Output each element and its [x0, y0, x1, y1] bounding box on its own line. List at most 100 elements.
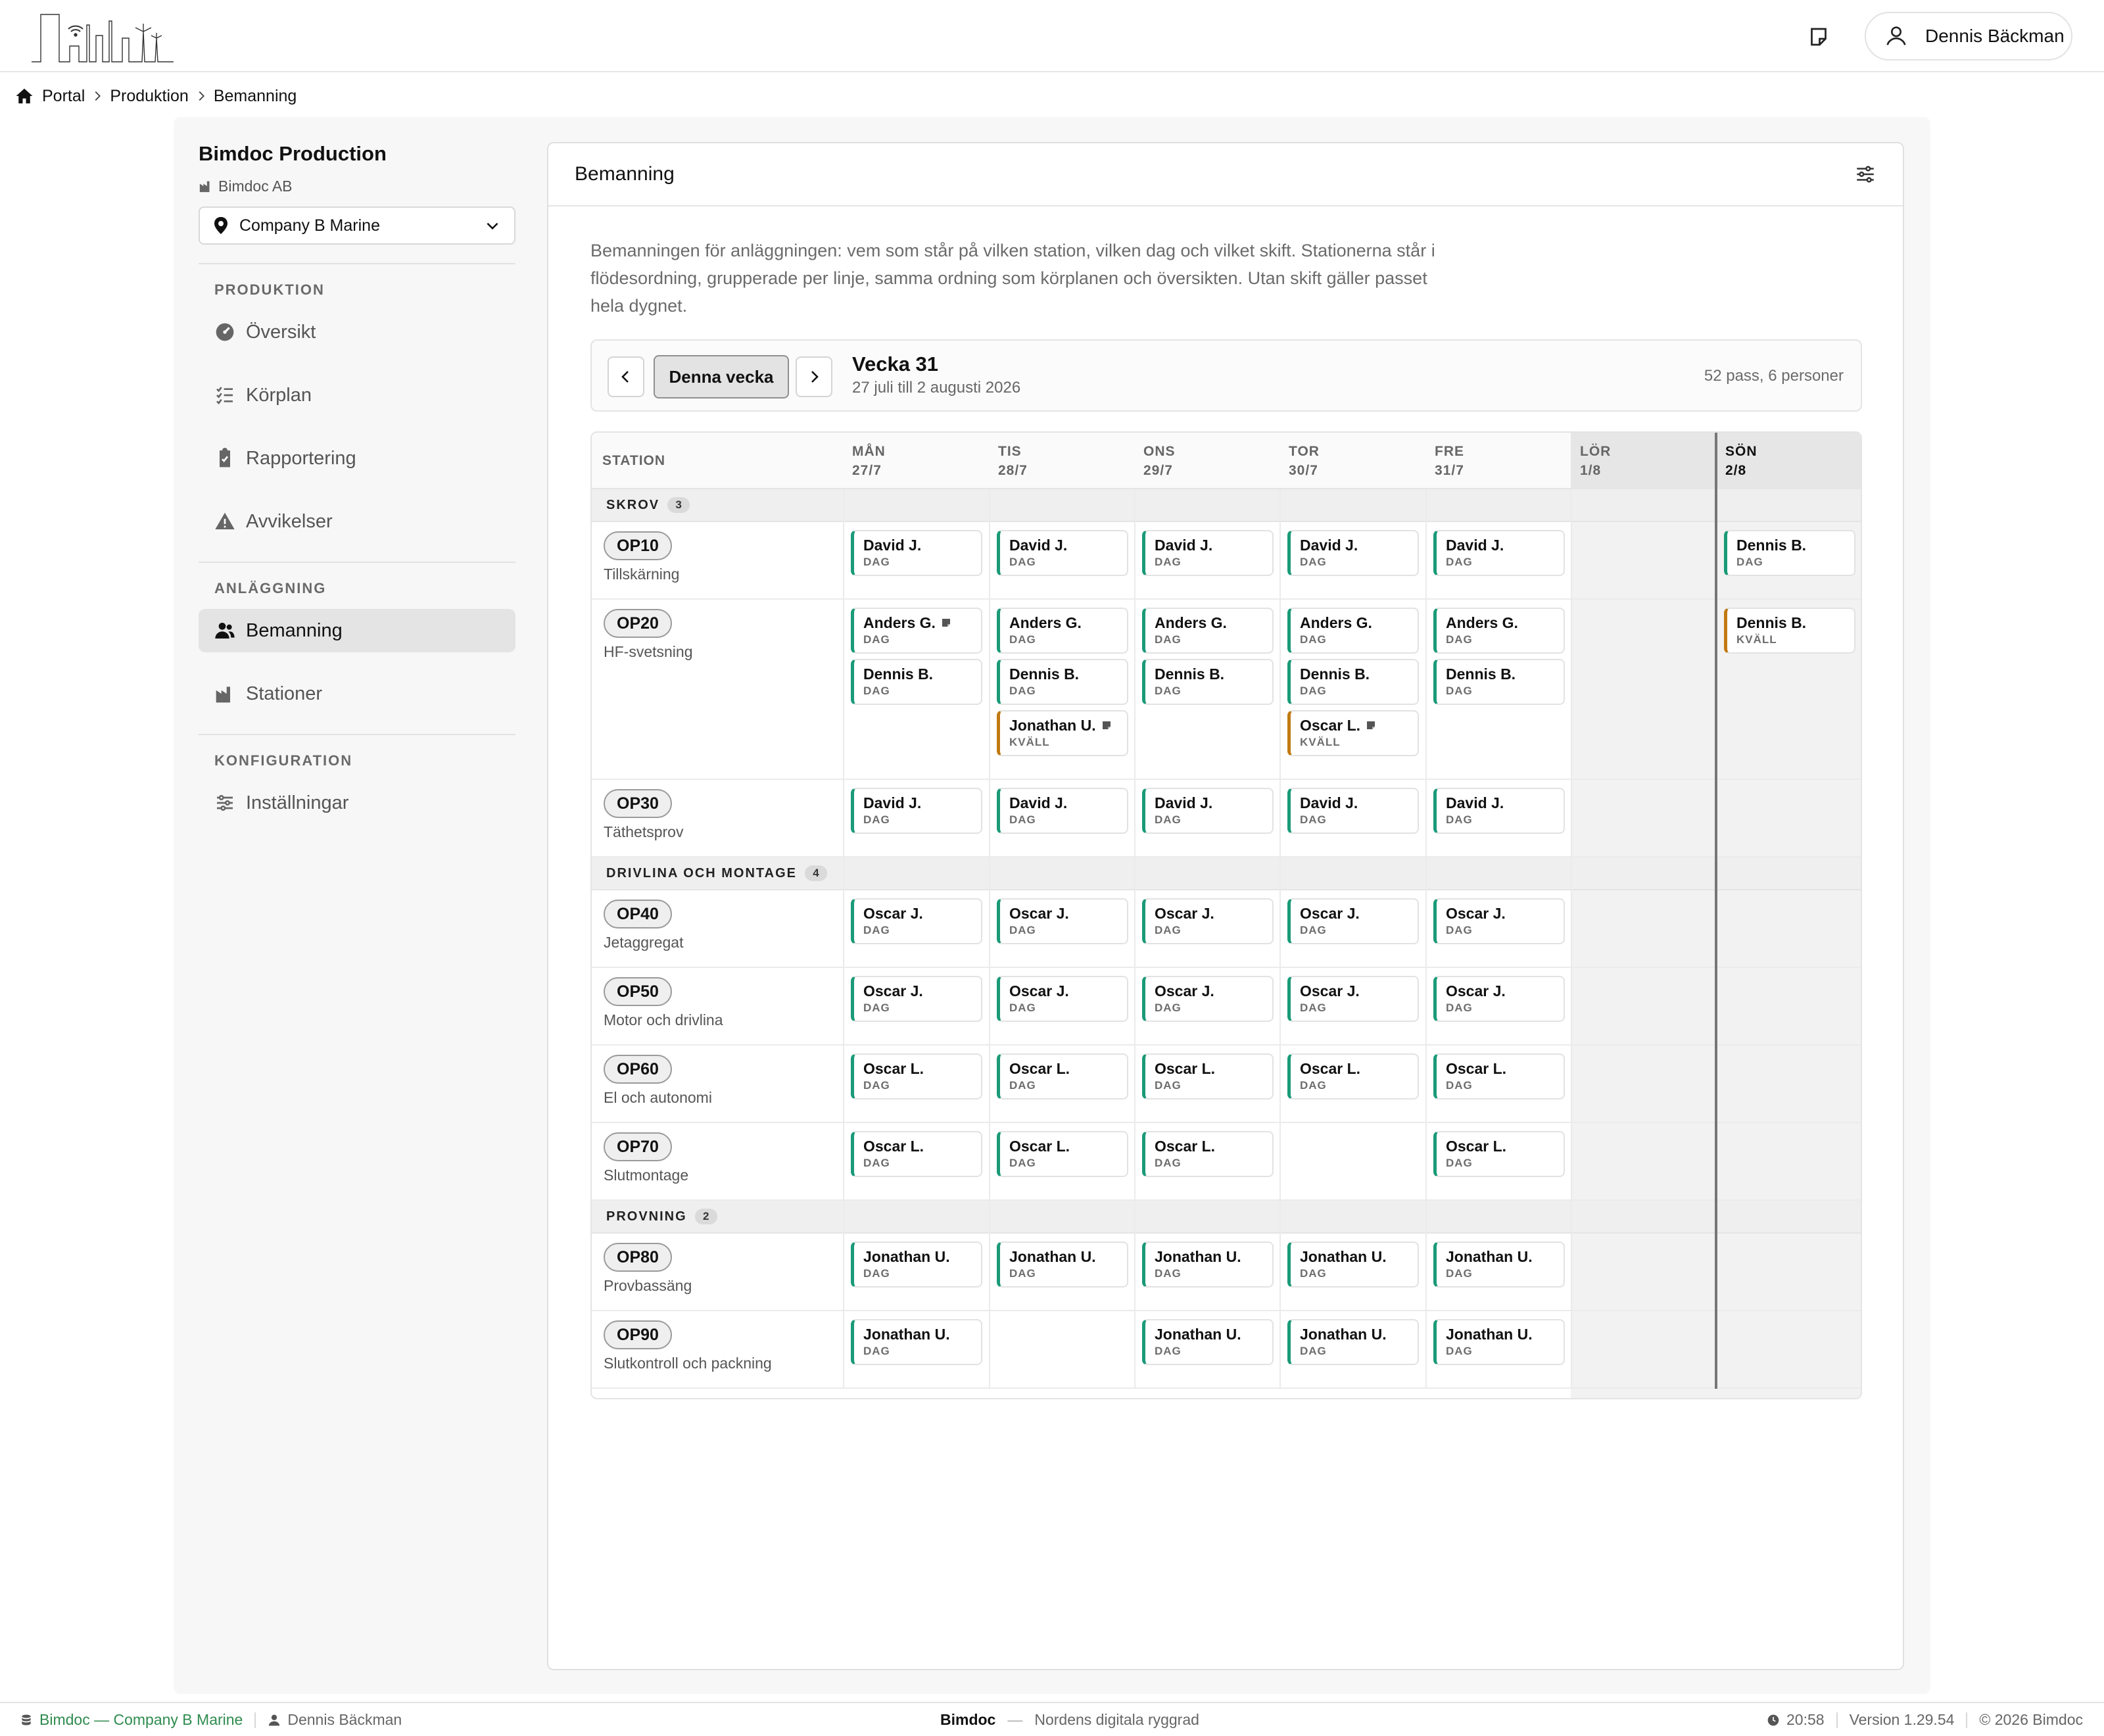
- sidebar-item-avvikelser[interactable]: Avvikelser: [199, 500, 515, 543]
- shift-card[interactable]: Jonathan U. KVÄLL: [997, 710, 1128, 756]
- station-code-badge[interactable]: OP90: [604, 1320, 672, 1349]
- shift-card[interactable]: David J. DAG: [1142, 530, 1274, 576]
- shift-card[interactable]: Oscar J. DAG: [851, 898, 982, 944]
- shift-card[interactable]: Oscar L. DAG: [851, 1131, 982, 1177]
- sidebar-item-bemanning[interactable]: Bemanning: [199, 609, 515, 652]
- sidebar-item-korplan[interactable]: Körplan: [199, 374, 515, 417]
- shift-type: KVÄLL: [1009, 736, 1050, 748]
- shift-card[interactable]: David J. DAG: [851, 788, 982, 834]
- station-code-badge[interactable]: OP10: [604, 531, 672, 560]
- sidebar-item-installningar[interactable]: Inställningar: [199, 781, 515, 825]
- station-code-badge[interactable]: OP20: [604, 609, 672, 638]
- shift-card[interactable]: Anders G. DAG: [1287, 608, 1419, 654]
- station-code-badge[interactable]: OP70: [604, 1132, 672, 1161]
- shift-card[interactable]: Dennis B. DAG: [1287, 659, 1419, 705]
- sidebar-item-oversikt[interactable]: Översikt: [199, 310, 515, 354]
- sidebar-item-rapportering[interactable]: Rapportering: [199, 437, 515, 480]
- shift-card[interactable]: Jonathan U. DAG: [851, 1242, 982, 1288]
- filter-settings-icon[interactable]: [1854, 163, 1877, 185]
- shift-card[interactable]: Oscar L. DAG: [997, 1131, 1128, 1177]
- shift-card[interactable]: Oscar L. KVÄLL: [1287, 710, 1419, 756]
- day-date: 2/8: [1725, 463, 1747, 478]
- footer-tagline: Nordens digitala ryggrad: [1034, 1711, 1199, 1728]
- breadcrumb-portal[interactable]: Portal: [42, 87, 85, 106]
- shift-card[interactable]: David J. DAG: [997, 788, 1128, 834]
- shift-card[interactable]: Jonathan U. DAG: [1287, 1319, 1419, 1365]
- breadcrumb-produktion[interactable]: Produktion: [110, 87, 189, 106]
- shift-card[interactable]: Jonathan U. DAG: [1142, 1242, 1274, 1288]
- shift-card[interactable]: Dennis B. KVÄLL: [1724, 608, 1855, 654]
- shift-card[interactable]: Jonathan U. DAG: [1142, 1319, 1274, 1365]
- shift-person: David J.: [1155, 794, 1213, 811]
- shift-person-row: Oscar L.: [1009, 1136, 1127, 1156]
- breadcrumb: Portal Produktion Bemanning: [14, 84, 297, 108]
- this-week-button[interactable]: Denna vecka: [654, 355, 789, 398]
- shift-card[interactable]: Oscar L. DAG: [997, 1053, 1128, 1099]
- shift-card[interactable]: Oscar J. DAG: [1142, 976, 1274, 1022]
- footer-app-link[interactable]: Bimdoc — Company B Marine: [39, 1711, 243, 1729]
- shift-card[interactable]: David J. DAG: [1287, 788, 1419, 834]
- shift-card[interactable]: David J. DAG: [851, 530, 982, 576]
- shift-card[interactable]: David J. DAG: [1142, 788, 1274, 834]
- shift-card[interactable]: Oscar J. DAG: [997, 898, 1128, 944]
- shift-card[interactable]: Jonathan U. DAG: [1287, 1242, 1419, 1288]
- next-week-button[interactable]: [796, 356, 832, 397]
- shift-card[interactable]: Jonathan U. DAG: [997, 1242, 1128, 1288]
- shift-card[interactable]: Anders G. DAG: [997, 608, 1128, 654]
- shift-card[interactable]: Oscar L. DAG: [1433, 1053, 1565, 1099]
- shift-card[interactable]: David J. DAG: [1287, 530, 1419, 576]
- shift-card[interactable]: Oscar J. DAG: [997, 976, 1128, 1022]
- shift-card[interactable]: Anders G. DAG: [851, 608, 982, 654]
- user-menu-button[interactable]: Dennis Bäckman: [1865, 12, 2072, 60]
- company-select[interactable]: Company B Marine: [199, 206, 515, 245]
- shift-type: DAG: [1446, 1267, 1473, 1280]
- shift-type: DAG: [1446, 813, 1473, 826]
- sidebar-item-stationer[interactable]: Stationer: [199, 672, 515, 715]
- shift-card[interactable]: Dennis B. DAG: [997, 659, 1128, 705]
- shift-type: DAG: [1009, 924, 1036, 936]
- shift-card[interactable]: Oscar J. DAG: [1142, 898, 1274, 944]
- shift-card[interactable]: Oscar L. DAG: [1433, 1131, 1565, 1177]
- shift-card[interactable]: Oscar J. DAG: [1433, 976, 1565, 1022]
- page-title: Bemanning: [575, 163, 675, 185]
- shift-card[interactable]: Oscar J. DAG: [851, 976, 982, 1022]
- shift-card[interactable]: Dennis B. DAG: [1724, 530, 1855, 576]
- shift-card[interactable]: Dennis B. DAG: [1433, 659, 1565, 705]
- shift-card[interactable]: Oscar J. DAG: [1287, 976, 1419, 1022]
- shift-type: DAG: [1446, 924, 1473, 936]
- shift-type: DAG: [1446, 633, 1473, 646]
- shift-person-row: Oscar J.: [1300, 904, 1418, 923]
- shift-card[interactable]: Oscar L. DAG: [1142, 1131, 1274, 1177]
- home-icon[interactable]: [14, 86, 34, 106]
- shift-card[interactable]: Oscar J. DAG: [1287, 898, 1419, 944]
- week-title: Vecka 31: [852, 352, 939, 375]
- shift-card[interactable]: Oscar L. DAG: [851, 1053, 982, 1099]
- shift-card[interactable]: Oscar L. DAG: [1287, 1053, 1419, 1099]
- bimdoc-logo[interactable]: [30, 12, 175, 63]
- shift-person-row: David J.: [1446, 793, 1564, 813]
- shift-card[interactable]: Oscar J. DAG: [1433, 898, 1565, 944]
- shift-card[interactable]: Jonathan U. DAG: [851, 1319, 982, 1365]
- shift-card[interactable]: Jonathan U. DAG: [1433, 1242, 1565, 1288]
- shift-card[interactable]: Anders G. DAG: [1433, 608, 1565, 654]
- intro-text: Bemanningen för anläggningen: vem som st…: [590, 241, 1435, 316]
- shift-card[interactable]: Oscar L. DAG: [1142, 1053, 1274, 1099]
- station-code-badge[interactable]: OP30: [604, 789, 672, 818]
- shift-card[interactable]: Anders G. DAG: [1142, 608, 1274, 654]
- shift-card[interactable]: David J. DAG: [1433, 788, 1565, 834]
- station-code-badge[interactable]: OP50: [604, 977, 672, 1006]
- previous-week-button[interactable]: [608, 356, 644, 397]
- shift-card[interactable]: Jonathan U. DAG: [1433, 1319, 1565, 1365]
- station-code-badge[interactable]: OP60: [604, 1055, 672, 1084]
- shift-card[interactable]: Dennis B. DAG: [851, 659, 982, 705]
- shift-card[interactable]: David J. DAG: [1433, 530, 1565, 576]
- station-code-badge[interactable]: OP80: [604, 1243, 672, 1272]
- day-name: TOR: [1289, 444, 1320, 459]
- day-name: LÖR: [1580, 444, 1612, 459]
- station-code-badge[interactable]: OP40: [604, 900, 672, 928]
- notes-icon[interactable]: [1807, 25, 1830, 49]
- shift-card[interactable]: David J. DAG: [997, 530, 1128, 576]
- shift-person: David J.: [1009, 536, 1068, 554]
- shift-card[interactable]: Dennis B. DAG: [1142, 659, 1274, 705]
- footer-divider: [254, 1712, 256, 1728]
